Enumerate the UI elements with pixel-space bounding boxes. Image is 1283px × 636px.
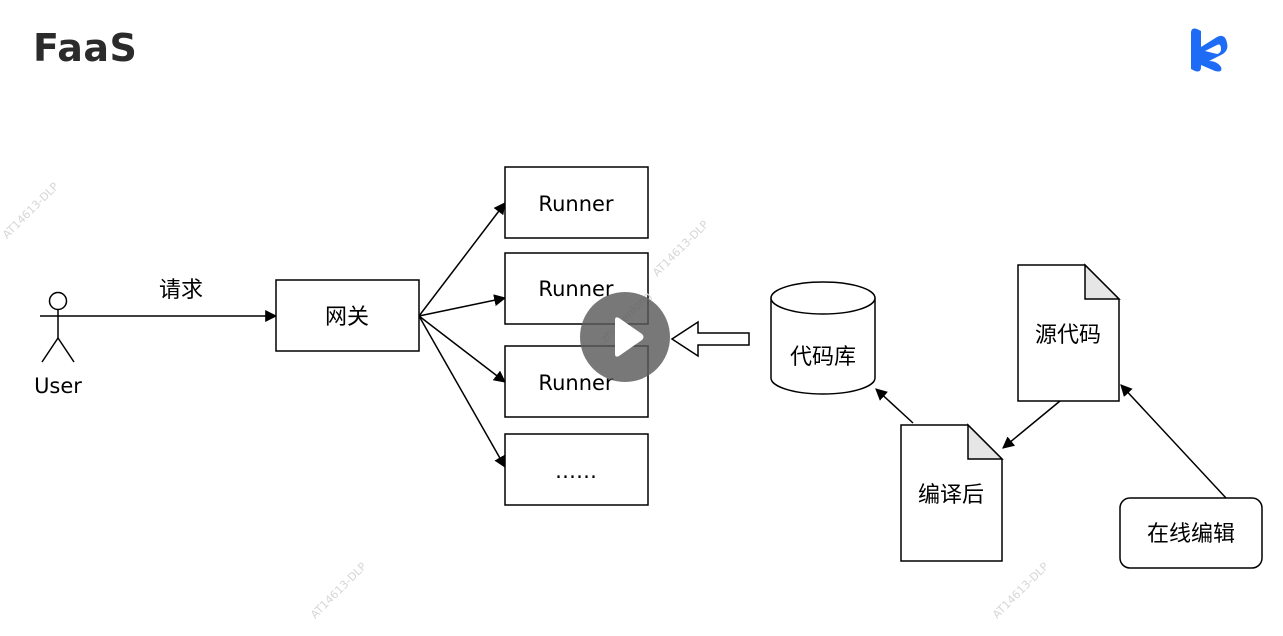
online-edit-label: 在线编辑 — [1147, 522, 1235, 547]
deploy-hollow-arrow — [670, 320, 750, 358]
gateway-runner-arrows — [418, 202, 507, 469]
user-actor-icon — [40, 291, 76, 363]
play-icon — [615, 317, 644, 357]
runner-label-1: Runner — [538, 192, 613, 216]
request-label: 请求 — [159, 278, 203, 303]
code-repo-label: 代码库 — [790, 345, 856, 370]
compiled-doc-fold — [967, 423, 1004, 460]
source-code-doc-fold — [1084, 263, 1121, 300]
source-code-label: 源代码 — [1035, 323, 1101, 348]
gateway-label: 网关 — [325, 305, 369, 330]
code-repo-cylinder — [770, 281, 876, 395]
runner-label-4: …… — [555, 459, 597, 483]
video-play-button[interactable] — [580, 292, 670, 382]
user-label: User — [34, 374, 82, 398]
compiled-label: 编译后 — [918, 483, 984, 508]
